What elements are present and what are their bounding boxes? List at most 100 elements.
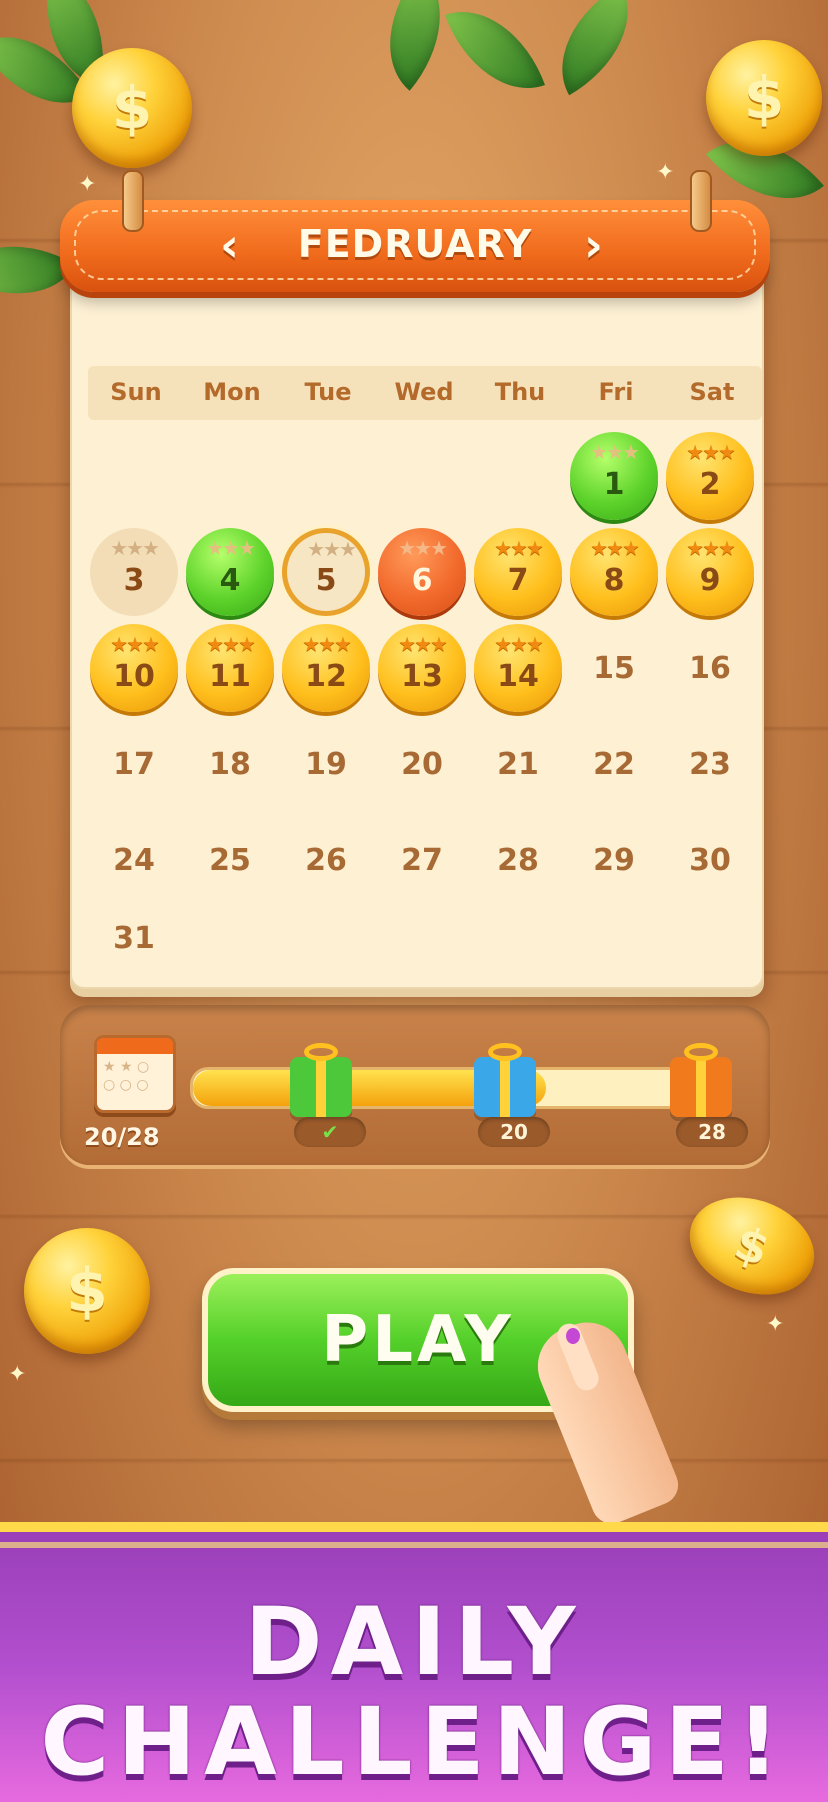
sparkle-icon: ✦ <box>8 1362 27 1387</box>
day-25[interactable]: 25 <box>186 816 274 904</box>
day-31[interactable]: 31 <box>90 894 178 982</box>
day-number: 30 <box>689 842 731 878</box>
day-number: 24 <box>113 842 155 878</box>
banner-title-line1: DAILY <box>244 1588 584 1697</box>
star-grid-icon: ★ ★ ○ ○ ○ ○ <box>103 1059 150 1093</box>
star-rating-icon: ★★★ <box>398 536 448 560</box>
star-rating-icon: ★★★ <box>398 632 448 656</box>
day-26[interactable]: 26 <box>282 816 370 904</box>
coin-icon: $ <box>24 1228 150 1354</box>
day-20[interactable]: 20 <box>378 720 466 808</box>
day-21[interactable]: 21 <box>474 720 562 808</box>
day-18[interactable]: 18 <box>186 720 274 808</box>
sparkle-icon: ✦ <box>78 172 97 197</box>
day-8[interactable]: ★★★ 8 <box>570 528 658 616</box>
star-rating-icon: ★★★ <box>494 632 544 656</box>
progress-panel: ★ ★ ○ ○ ○ ○ 20/28 ✔ 20 28 <box>60 1005 770 1165</box>
day-23[interactable]: 23 <box>666 720 754 808</box>
calendar-icon: ★ ★ ○ ○ ○ ○ <box>94 1035 176 1113</box>
day-number: 10 <box>113 658 155 694</box>
gift-icon[interactable] <box>474 1043 536 1117</box>
star-rating-icon: ★★★ <box>307 537 357 561</box>
progress-count: 20/28 <box>84 1123 160 1151</box>
star-rating-icon: ★★★ <box>206 632 256 656</box>
weekday-sun: Sun <box>110 378 162 406</box>
day-number: 31 <box>113 920 155 956</box>
day-number: 3 <box>123 562 145 598</box>
weekday-wed: Wed <box>394 378 454 406</box>
day-number: 7 <box>507 562 529 598</box>
month-title: FEDRUARY <box>297 222 533 266</box>
day-27[interactable]: 27 <box>378 816 466 904</box>
star-rating-icon: ★★★ <box>110 536 160 560</box>
calendar-paper: Sun Mon Tue Wed Thu Fri Sat ★★★ 1 ★★★ 2 ★★★ 3 ★★★ 4 ★★… <box>70 260 764 989</box>
day-number: 29 <box>593 842 635 878</box>
day-number: 4 <box>219 562 241 598</box>
day-number: 17 <box>113 746 155 782</box>
day-number: 18 <box>209 746 251 782</box>
star-rating-icon: ★★★ <box>206 536 256 560</box>
day-6[interactable]: ★★★ 6 <box>378 528 466 616</box>
calendar-panel: Sun Mon Tue Wed Thu Fri Sat ★★★ 1 ★★★ 2 ★★★ 3 ★★★ 4 ★★… <box>60 170 770 990</box>
day-28[interactable]: 28 <box>474 816 562 904</box>
play-label: PLAY <box>321 1303 515 1377</box>
day-number: 20 <box>401 746 443 782</box>
star-rating-icon: ★★★ <box>302 632 352 656</box>
day-number: 12 <box>305 658 347 694</box>
star-rating-icon: ★★★ <box>590 440 640 464</box>
day-number: 26 <box>305 842 347 878</box>
weekday-tue: Tue <box>304 378 352 406</box>
day-13[interactable]: ★★★ 13 <box>378 624 466 712</box>
day-number: 16 <box>689 650 731 686</box>
sparkle-icon: ✦ <box>656 160 675 185</box>
day-number: 14 <box>497 658 539 694</box>
day-5[interactable]: ★★★ 5 <box>282 528 370 616</box>
sparkle-icon: ✦ <box>766 1312 785 1337</box>
weekday-fri: Fri <box>598 378 634 406</box>
day-24[interactable]: 24 <box>90 816 178 904</box>
day-number: 15 <box>593 650 635 686</box>
day-16[interactable]: 16 <box>666 624 754 712</box>
day-12[interactable]: ★★★ 12 <box>282 624 370 712</box>
day-14[interactable]: ★★★ 14 <box>474 624 562 712</box>
weekday-header: Sun Mon Tue Wed Thu Fri Sat <box>88 366 762 420</box>
banner-title-line2: CHALLENGE! <box>40 1688 788 1797</box>
day-22[interactable]: 22 <box>570 720 658 808</box>
day-10[interactable]: ★★★ 10 <box>90 624 178 712</box>
star-rating-icon: ★★★ <box>686 440 736 464</box>
day-17[interactable]: 17 <box>90 720 178 808</box>
day-30[interactable]: 30 <box>666 816 754 904</box>
weekday-mon: Mon <box>203 378 261 406</box>
day-15[interactable]: 15 <box>570 624 658 712</box>
weekday-sat: Sat <box>689 378 735 406</box>
gift-icon[interactable] <box>670 1043 732 1117</box>
day-number: 2 <box>699 466 721 502</box>
promo-banner: DAILY CHALLENGE! <box>0 1522 828 1802</box>
chevron-right-icon[interactable]: › <box>584 218 603 272</box>
day-4[interactable]: ★★★ 4 <box>186 528 274 616</box>
day-7[interactable]: ★★★ 7 <box>474 528 562 616</box>
day-11[interactable]: ★★★ 11 <box>186 624 274 712</box>
day-number: 6 <box>411 562 433 598</box>
day-2[interactable]: ★★★ 2 <box>666 432 754 520</box>
milestone-label: 20 <box>478 1117 550 1147</box>
gift-icon[interactable] <box>290 1043 352 1117</box>
day-number: 27 <box>401 842 443 878</box>
day-number: 28 <box>497 842 539 878</box>
day-29[interactable]: 29 <box>570 816 658 904</box>
check-icon: ✔ <box>294 1117 366 1147</box>
weekday-thu: Thu <box>494 378 546 406</box>
day-3[interactable]: ★★★ 3 <box>90 528 178 616</box>
day-9[interactable]: ★★★ 9 <box>666 528 754 616</box>
day-number: 23 <box>689 746 731 782</box>
progress-bar <box>190 1067 686 1109</box>
day-19[interactable]: 19 <box>282 720 370 808</box>
day-number: 8 <box>603 562 625 598</box>
day-number: 25 <box>209 842 251 878</box>
hand-nail <box>566 1328 580 1344</box>
day-1[interactable]: ★★★ 1 <box>570 432 658 520</box>
day-number: 9 <box>699 562 721 598</box>
star-rating-icon: ★★★ <box>110 632 160 656</box>
milestone-label: 28 <box>676 1117 748 1147</box>
star-rating-icon: ★★★ <box>686 536 736 560</box>
